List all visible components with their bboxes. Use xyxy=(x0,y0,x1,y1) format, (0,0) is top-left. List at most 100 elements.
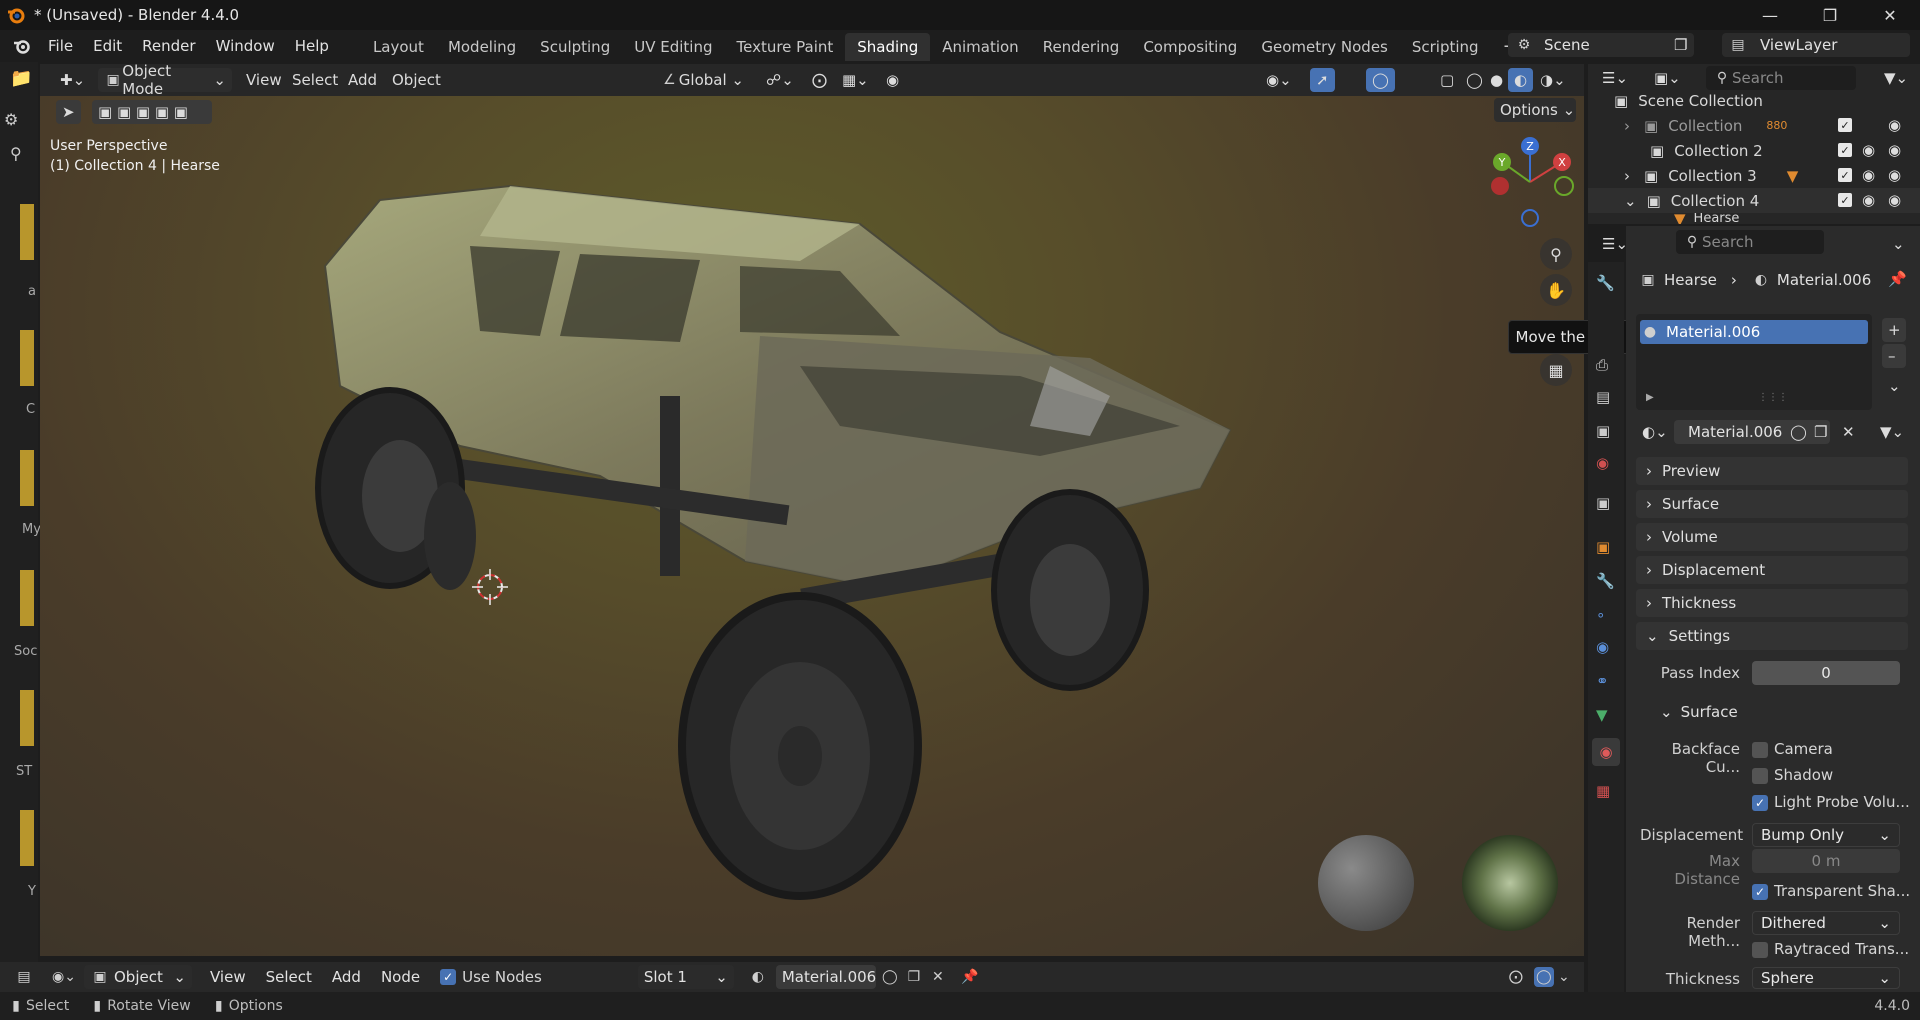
node-menu-node[interactable]: Node xyxy=(371,961,430,993)
properties-editor-icon[interactable]: ☰⌄ xyxy=(1596,232,1634,256)
light-probe-checkbox[interactable]: ✓ xyxy=(1752,795,1768,811)
menu-view[interactable]: View xyxy=(240,68,288,92)
overlay-toggle-icon[interactable]: ◯ xyxy=(1366,68,1395,92)
material-filter-icon[interactable]: ▼⌄ xyxy=(1874,420,1910,444)
blender-menu-icon[interactable] xyxy=(12,36,32,56)
thickness-dropdown[interactable]: Sphere ⌄ xyxy=(1752,967,1900,989)
camera-checkbox[interactable] xyxy=(1752,742,1768,758)
panel-surface[interactable]: › Surface xyxy=(1636,490,1908,518)
node-menu-add[interactable]: Add xyxy=(322,961,371,993)
tab-compositing[interactable]: Compositing xyxy=(1131,33,1249,61)
camera-icon[interactable]: ◉ xyxy=(1888,191,1901,209)
remove-slot-icon[interactable]: – xyxy=(1882,344,1906,368)
camera-icon[interactable]: ◉ xyxy=(1888,141,1901,159)
properties-search-input[interactable]: ⚲ Search xyxy=(1676,230,1824,254)
display-mode-icon[interactable]: ▣⌄ xyxy=(1648,66,1687,90)
exclude-checkbox[interactable]: ✓ xyxy=(1838,143,1852,157)
close-button[interactable]: ✕ xyxy=(1862,0,1918,30)
duplicate-material-icon[interactable]: ❐ xyxy=(1808,420,1833,444)
select-mode-icons[interactable]: ▣ ▣ ▣ ▣ ▣ xyxy=(92,100,212,124)
eye-icon[interactable]: ◉ xyxy=(1862,166,1875,184)
texture-tab-icon[interactable]: ▦ xyxy=(1596,782,1610,800)
menu-select[interactable]: Select xyxy=(286,68,344,92)
material-shading-icon[interactable]: ◐ xyxy=(1508,68,1534,92)
panel-settings[interactable]: ⌄ Settings xyxy=(1636,622,1908,650)
physics-tab-icon[interactable]: ◉ xyxy=(1596,638,1609,656)
fake-user-shield-icon[interactable]: ◯ xyxy=(880,967,900,987)
exclude-checkbox[interactable]: ✓ xyxy=(1838,168,1852,182)
render-tab-icon[interactable]: ⎙ xyxy=(1596,356,1608,374)
thumbnail[interactable] xyxy=(20,810,34,866)
search-icon[interactable]: ⚲ xyxy=(10,144,22,163)
menu-render[interactable]: Render xyxy=(132,30,205,62)
pin-icon[interactable]: 📌 xyxy=(1888,270,1907,288)
folder-icon[interactable]: 📁 xyxy=(10,68,32,89)
pan-view-hand-icon[interactable]: ✋ xyxy=(1540,274,1572,306)
thumbnail[interactable] xyxy=(20,570,34,626)
collection-tab-icon[interactable]: ▣ xyxy=(1596,494,1610,512)
camera-icon[interactable]: ◉ xyxy=(1888,166,1901,184)
browse-material-icon[interactable]: ◐⌄ xyxy=(1636,420,1674,444)
add-slot-icon[interactable]: + xyxy=(1882,318,1906,342)
maximize-button[interactable]: ❐ xyxy=(1802,0,1858,30)
xray-icon[interactable]: ▢ xyxy=(1434,68,1460,92)
menu-file[interactable]: File xyxy=(38,30,83,62)
panel-preview[interactable]: › Preview xyxy=(1636,457,1908,485)
gizmo-toggle-icon[interactable]: ➚ xyxy=(1310,68,1335,92)
chevron-down-icon[interactable]: ⌄ xyxy=(1554,967,1574,987)
node-menu-view[interactable]: View xyxy=(200,961,256,993)
file-browser-icon[interactable]: ⚙ xyxy=(4,110,18,129)
pivot-icon[interactable]: ☍⌄ xyxy=(760,68,800,92)
expand-arrow-icon[interactable]: ▶ xyxy=(1646,392,1654,403)
new-scene-icon[interactable]: ❐ xyxy=(1668,33,1692,57)
snap-icon[interactable]: ⨀ xyxy=(806,68,833,92)
particles-tab-icon[interactable]: ∘ xyxy=(1596,606,1605,624)
material-tab-icon[interactable]: ◉ xyxy=(1592,738,1620,766)
tab-scripting[interactable]: Scripting xyxy=(1400,33,1491,61)
tab-texture-paint[interactable]: Texture Paint xyxy=(724,33,845,61)
render-method-dropdown[interactable]: Dithered ⌄ xyxy=(1752,911,1900,935)
panel-volume[interactable]: › Volume xyxy=(1636,523,1908,551)
tool-tab-icon[interactable]: 🔧 xyxy=(1596,274,1615,292)
select-tool-icon[interactable]: ➤ xyxy=(56,100,81,124)
use-nodes-checkbox[interactable]: ✓ xyxy=(440,969,457,985)
visibility-icon[interactable]: ◉⌄ xyxy=(1260,68,1298,92)
snap-icon[interactable]: ⨀ xyxy=(1506,967,1526,987)
browse-material-icon[interactable]: ◐ xyxy=(748,967,768,987)
snap-target-icon[interactable]: ▦⌄ xyxy=(836,68,875,92)
max-distance-field[interactable]: 0 m xyxy=(1752,849,1900,873)
scene-selector[interactable]: ⚙ Scene xyxy=(1508,33,1694,57)
menu-edit[interactable]: Edit xyxy=(83,30,132,62)
properties-options-icon[interactable]: ⌄ xyxy=(1886,232,1911,256)
shadow-checkbox[interactable] xyxy=(1752,768,1768,784)
editor-type-icon[interactable]: ✚⌄ xyxy=(54,68,91,92)
menu-add[interactable]: Add xyxy=(342,68,383,92)
exclude-checkbox[interactable]: ✓ xyxy=(1838,193,1852,207)
scene-tab-icon[interactable]: ◉ xyxy=(1596,454,1609,472)
raytraced-transmission-checkbox[interactable] xyxy=(1752,942,1768,958)
menu-help[interactable]: Help xyxy=(285,30,339,62)
menu-window[interactable]: Window xyxy=(206,30,285,62)
solid-shading-icon[interactable]: ● xyxy=(1484,68,1509,92)
object-type-selector[interactable]: ▣ Object ⌄ xyxy=(84,965,192,989)
axis-gizmo[interactable]: Z X Y xyxy=(1470,132,1584,232)
3d-viewport[interactable]: User Perspective (1) Collection 4 | Hear… xyxy=(40,96,1584,956)
outliner-editor-icon[interactable]: ☰⌄ xyxy=(1596,66,1634,90)
unlink-material-icon[interactable]: ✕ xyxy=(1836,420,1861,444)
thumbnail[interactable] xyxy=(20,450,34,506)
camera-icon[interactable]: ◉ xyxy=(1888,116,1901,134)
minimize-button[interactable]: — xyxy=(1742,0,1798,30)
editor-toggle-icon[interactable]: ▤ xyxy=(14,967,34,987)
filter-icon[interactable]: ▼⌄ xyxy=(1878,66,1914,90)
pin-icon[interactable]: 📌 xyxy=(960,967,980,987)
tab-geometry-nodes[interactable]: Geometry Nodes xyxy=(1249,33,1400,61)
tab-animation[interactable]: Animation xyxy=(930,33,1030,61)
tab-modeling[interactable]: Modeling xyxy=(436,33,528,61)
toggle-camera-grid-icon[interactable]: ▦ xyxy=(1540,354,1572,386)
outliner-row-hearse[interactable]: ▼ Hearse xyxy=(1588,213,1920,224)
displacement-dropdown[interactable]: Bump Only ⌄ xyxy=(1752,823,1900,847)
thumbnail[interactable] xyxy=(20,330,34,386)
tab-layout[interactable]: Layout xyxy=(361,33,436,61)
proportional-edit-icon[interactable]: ◉ xyxy=(880,68,905,92)
outliner-row-scene-collection[interactable]: ▣ Scene Collection xyxy=(1588,88,1920,113)
